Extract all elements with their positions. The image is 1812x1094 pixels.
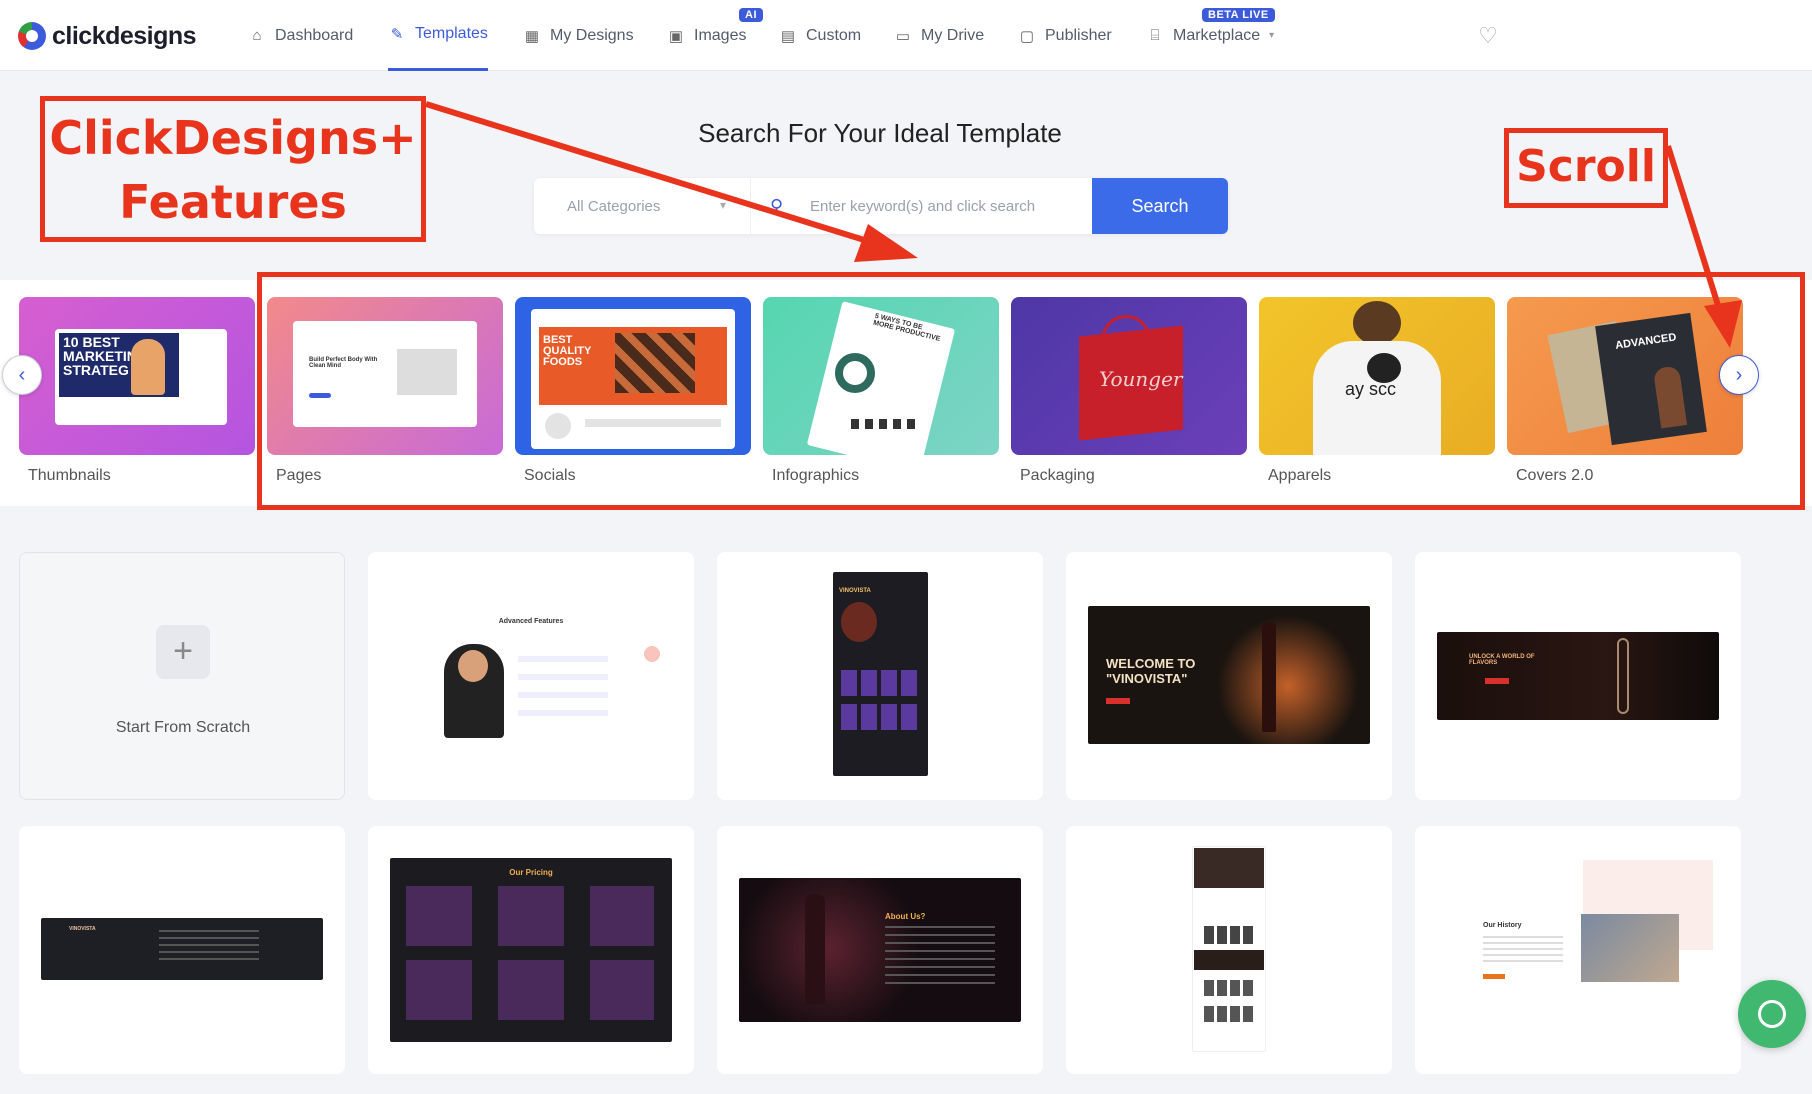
template-card[interactable]: About Us? <box>717 826 1043 1074</box>
start-from-scratch-card[interactable]: + Start From Scratch <box>19 552 345 800</box>
template-caption: UNLOCK A WORLD OF FLAVORS <box>1469 654 1535 666</box>
features-arrow-line <box>425 101 891 251</box>
start-from-scratch-label: Start From Scratch <box>115 719 251 736</box>
features-arrow-head <box>854 224 918 262</box>
template-card[interactable]: Our Pricing <box>368 826 694 1074</box>
template-card[interactable]: Advanced Features <box>368 552 694 800</box>
template-card[interactable]: UNLOCK A WORLD OF FLAVORS <box>1415 552 1741 800</box>
plus-icon: + <box>156 625 210 679</box>
template-card[interactable]: Our History <box>1415 826 1741 1074</box>
template-caption: Advanced Features <box>498 618 564 625</box>
template-caption: Our History <box>1483 922 1522 929</box>
template-card[interactable] <box>1066 826 1392 1074</box>
template-caption: WELCOME TO "VINOVISTA" <box>1106 656 1196 686</box>
template-card[interactable]: VINOVISTA <box>717 552 1043 800</box>
template-caption: Our Pricing <box>509 868 553 877</box>
template-card[interactable]: WELCOME TO "VINOVISTA" <box>1066 552 1392 800</box>
template-caption: VINOVISTA <box>69 926 96 932</box>
template-card[interactable]: VINOVISTA <box>19 826 345 1074</box>
scroll-arrow-head <box>1704 300 1742 348</box>
chat-support-button[interactable] <box>1738 980 1806 1048</box>
template-caption: VINOVISTA <box>839 588 871 594</box>
scroll-arrow-line <box>1665 145 1725 319</box>
template-caption: About Us? <box>885 912 926 921</box>
